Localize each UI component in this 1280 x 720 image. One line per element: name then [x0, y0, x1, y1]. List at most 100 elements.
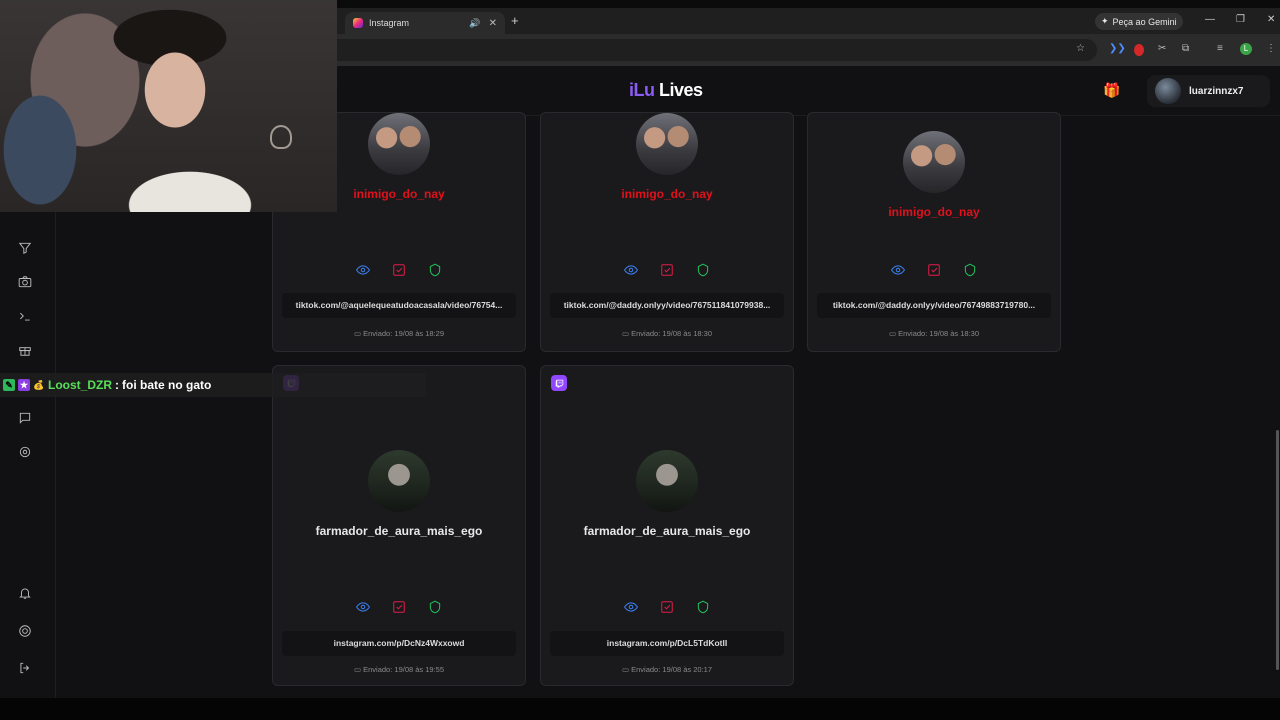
- sent-time: ▭ Enviado: 19/08 às 18:30: [621, 329, 713, 338]
- help-icon[interactable]: [17, 623, 33, 639]
- user-avatar: [368, 450, 430, 512]
- media-controls-icon[interactable]: ≡: [1217, 43, 1223, 54]
- sent-time: ▭ Enviado: 19/08 às 19:55: [353, 665, 445, 674]
- extensions-puzzle-icon[interactable]: ⧉: [1182, 43, 1189, 54]
- view-eye-icon[interactable]: [356, 600, 370, 619]
- chat-message: ✎ ★ 💰 Loost_DZR : foi bate no gato: [3, 376, 211, 394]
- bell-icon[interactable]: [17, 585, 33, 601]
- card-actions: [541, 600, 793, 619]
- user-avatar: [636, 113, 698, 175]
- card-actions: [273, 263, 525, 282]
- approve-check-icon[interactable]: [927, 263, 941, 282]
- extension-blue-icon[interactable]: ❯❯: [1109, 43, 1126, 54]
- submission-card: inimigo_do_nay tiktok.com/@daddy.onlyy/v…: [540, 112, 794, 352]
- logout-icon[interactable]: [17, 660, 33, 676]
- approve-check-icon[interactable]: [392, 600, 406, 619]
- approve-check-icon[interactable]: [660, 263, 674, 282]
- chat-text: foi bate no gato: [122, 378, 212, 392]
- twitch-icon: [551, 375, 567, 391]
- browser-toolbar: ☆ ❯❯ ✂ ⧉ ≡ L ⋮: [337, 34, 1280, 66]
- new-tab-button[interactable]: +: [511, 13, 519, 28]
- instagram-favicon-icon: [353, 18, 363, 28]
- sent-time: ▭ Enviado: 19/08 às 20:17: [621, 665, 713, 674]
- bookmark-star-icon[interactable]: ☆: [1076, 43, 1085, 54]
- browser-tabbar: Instagram 🔊 ✕ + ✦ Peça ao Gemini — ❐ ✕: [337, 8, 1280, 34]
- card-username: farmador_de_aura_mais_ego: [315, 524, 483, 538]
- gemini-button[interactable]: ✦ Peça ao Gemini: [1095, 13, 1183, 30]
- chat-separator: :: [115, 378, 119, 392]
- minimize-icon[interactable]: —: [1205, 14, 1215, 25]
- gemini-sparkle-icon: ✦: [1101, 16, 1109, 26]
- close-window-icon[interactable]: ✕: [1267, 14, 1275, 25]
- view-eye-icon[interactable]: [624, 600, 638, 619]
- screen: Instagram 🔊 ✕ + ✦ Peça ao Gemini — ❐ ✕ ☆…: [0, 0, 1280, 720]
- shield-icon[interactable]: [696, 600, 710, 619]
- gift-icon[interactable]: 🎁: [1103, 82, 1120, 99]
- user-name: luarzinnzx7: [1189, 85, 1244, 97]
- shield-icon[interactable]: [963, 263, 977, 282]
- card-username: inimigo_do_nay: [621, 187, 713, 201]
- video-url[interactable]: tiktok.com/@daddy.onlyy/video/7675118410…: [550, 293, 784, 318]
- calendar-icon: ▭: [621, 329, 632, 338]
- card-actions: [808, 263, 1060, 282]
- webcam-overlay: [0, 0, 337, 212]
- card-username: farmador_de_aura_mais_ego: [583, 524, 751, 538]
- view-eye-icon[interactable]: [356, 263, 370, 282]
- close-tab-icon[interactable]: ✕: [489, 18, 497, 29]
- view-eye-icon[interactable]: [624, 263, 638, 282]
- submission-card: farmador_de_aura_mais_ego instagram.com/…: [540, 365, 794, 686]
- shield-icon[interactable]: [428, 263, 442, 282]
- webcam-hand-shape: [270, 125, 292, 149]
- submission-card: farmador_de_aura_mais_ego instagram.com/…: [272, 365, 526, 686]
- extension-red-icon[interactable]: [1134, 44, 1144, 56]
- sidebar: [0, 212, 56, 698]
- view-eye-icon[interactable]: [891, 263, 905, 282]
- app-logo[interactable]: iLu Lives: [629, 80, 703, 101]
- user-menu[interactable]: luarzinnzx7: [1147, 75, 1270, 107]
- camera-icon[interactable]: [17, 274, 33, 290]
- terminal-icon[interactable]: [17, 308, 33, 324]
- approve-check-icon[interactable]: [660, 600, 674, 619]
- gift-icon[interactable]: [17, 342, 33, 358]
- chat-badge-icon: ✎: [3, 379, 15, 391]
- restore-icon[interactable]: ❐: [1236, 14, 1245, 25]
- submission-card: inimigo_do_nay tiktok.com/@daddy.onlyy/v…: [807, 112, 1061, 352]
- browser-tab[interactable]: Instagram 🔊 ✕: [345, 12, 505, 34]
- chat-icon[interactable]: [17, 410, 33, 426]
- shield-icon[interactable]: [428, 600, 442, 619]
- approve-check-icon[interactable]: [392, 263, 406, 282]
- user-avatar: [368, 113, 430, 175]
- calendar-icon: ▭: [353, 665, 364, 674]
- star-badge-icon: ★: [18, 379, 30, 391]
- chat-author: Loost_DZR: [48, 378, 112, 392]
- post-url[interactable]: instagram.com/p/DcL5TdKotlI: [550, 631, 784, 656]
- calendar-icon: ▭: [353, 329, 364, 338]
- calendar-icon: ▭: [888, 329, 899, 338]
- app-header: iLu Lives 🎁 luarzinnzx7: [337, 66, 1280, 116]
- sent-time: ▭ Enviado: 19/08 às 18:30: [888, 329, 980, 338]
- card-actions: [273, 600, 525, 619]
- calendar-icon: ▭: [621, 665, 632, 674]
- user-avatar: [1155, 78, 1181, 104]
- money-badge-icon: 💰: [33, 379, 45, 390]
- speaker-icon[interactable]: 🔊: [469, 18, 480, 29]
- settings-icon[interactable]: [17, 444, 33, 460]
- sent-time: ▭ Enviado: 19/08 às 18:29: [353, 329, 445, 338]
- bottom-strip: [0, 698, 1280, 720]
- user-avatar: [903, 131, 965, 193]
- card-username: inimigo_do_nay: [888, 205, 980, 219]
- profile-avatar-icon[interactable]: L: [1240, 43, 1252, 55]
- address-field[interactable]: [337, 39, 1097, 61]
- extension-tool-icon[interactable]: ✂: [1158, 43, 1166, 54]
- card-actions: [541, 263, 793, 282]
- post-url[interactable]: instagram.com/p/DcNz4Wxxowd: [282, 631, 516, 656]
- video-url[interactable]: tiktok.com/@daddy.onlyy/video/7674988371…: [817, 293, 1051, 318]
- browser-menu-icon[interactable]: ⋮: [1266, 43, 1276, 54]
- tab-title: Instagram: [369, 18, 410, 28]
- logo-ilu: iLu: [629, 80, 655, 100]
- page-scrollbar[interactable]: [1276, 430, 1279, 670]
- shield-icon[interactable]: [696, 263, 710, 282]
- filter-icon[interactable]: [17, 240, 33, 256]
- gemini-label: Peça ao Gemini: [1112, 16, 1177, 27]
- video-url[interactable]: tiktok.com/@aquelequeatudoacasala/video/…: [282, 293, 516, 318]
